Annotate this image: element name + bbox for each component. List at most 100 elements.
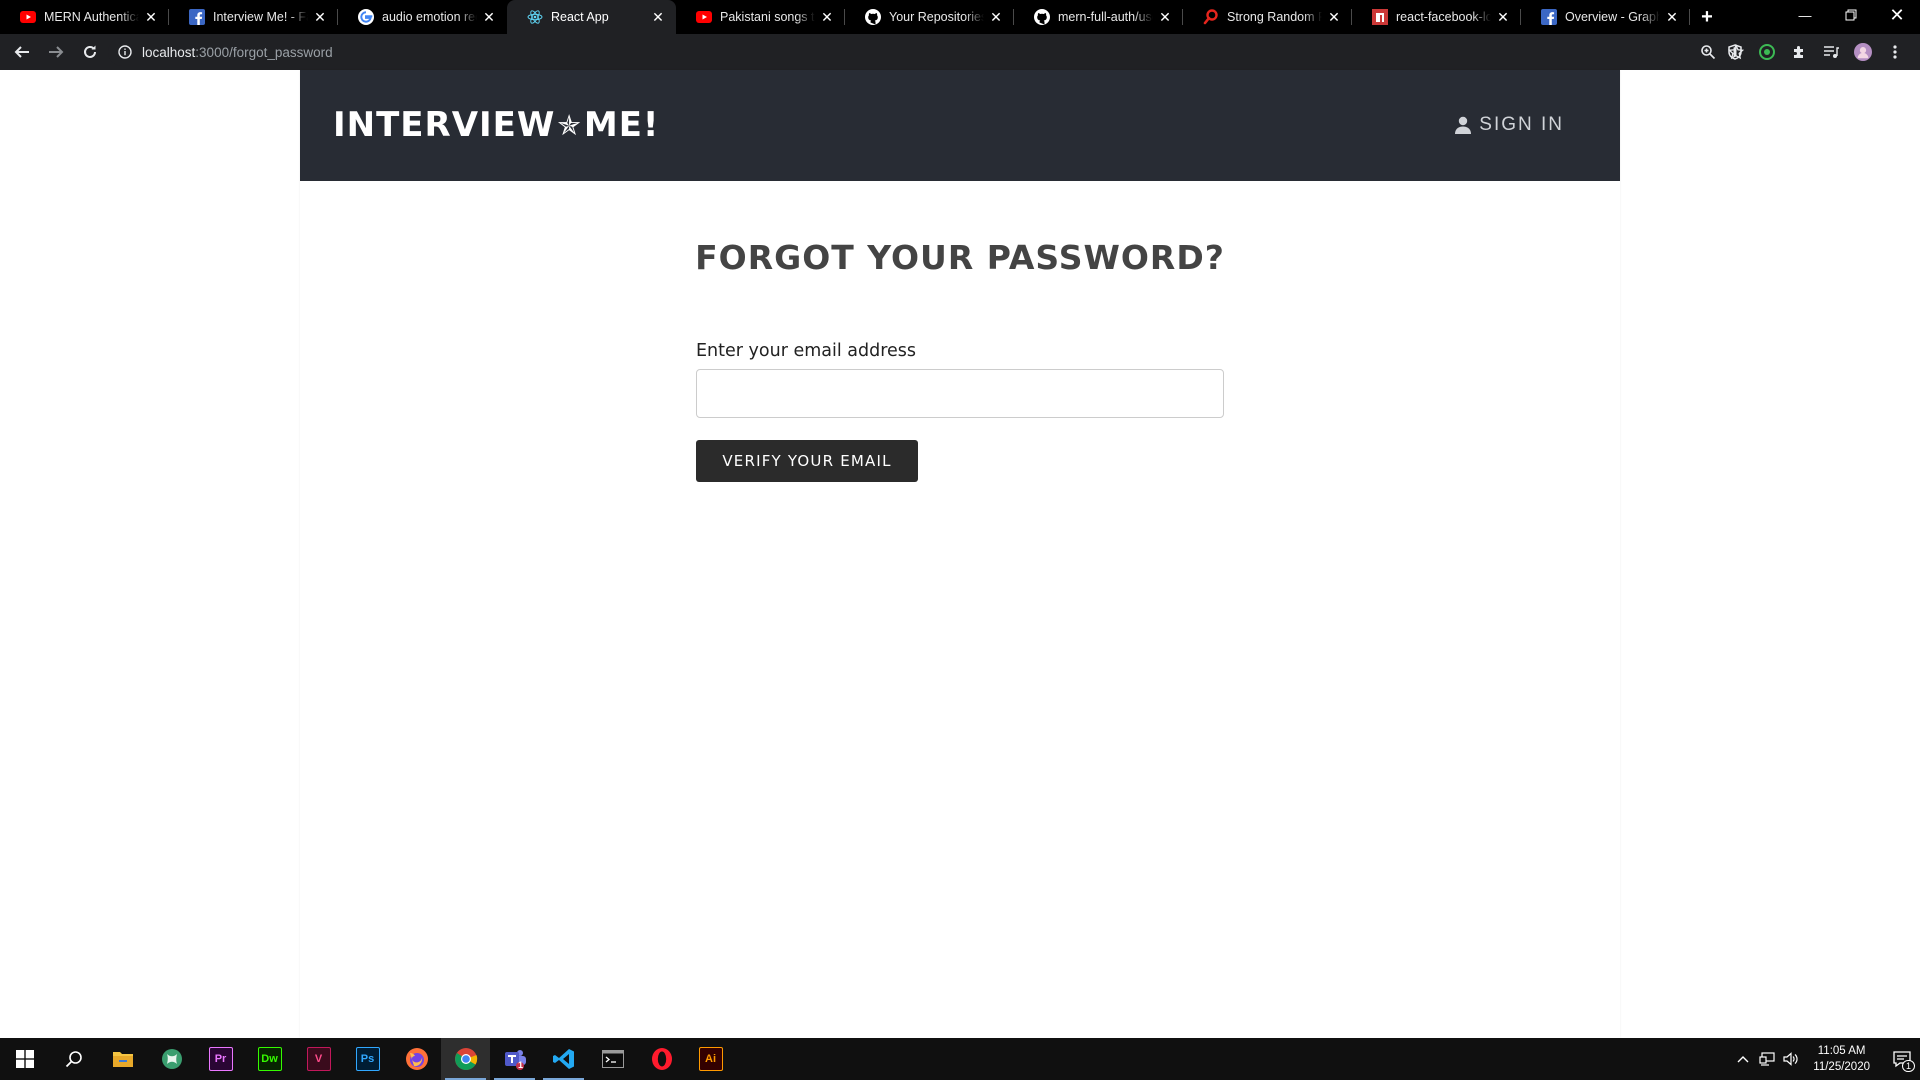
- taskbar-vegas[interactable]: V: [294, 1038, 343, 1080]
- tab-title: Strong Random Pas: [1227, 10, 1322, 24]
- browser-tab[interactable]: Strong Random Pas ✕: [1183, 0, 1352, 34]
- react-icon: [527, 9, 543, 25]
- close-tab-icon[interactable]: ✕: [1157, 9, 1173, 25]
- profile-avatar[interactable]: [1854, 43, 1872, 61]
- search-icon: [65, 1051, 82, 1068]
- close-tab-icon[interactable]: ✕: [481, 9, 497, 25]
- zoom-icon[interactable]: [1700, 44, 1716, 60]
- krita-icon: [161, 1049, 182, 1069]
- premiere-pro-icon: Pr: [208, 1047, 233, 1071]
- star-icon: ✯: [557, 108, 582, 142]
- volume-icon[interactable]: [1779, 1052, 1803, 1066]
- close-tab-icon[interactable]: ✕: [312, 9, 328, 25]
- extensions-puzzle-icon[interactable]: [1790, 43, 1808, 61]
- window-controls: — ✕: [1782, 0, 1920, 30]
- back-button[interactable]: [6, 36, 38, 68]
- browser-tab[interactable]: mern-full-auth/user ✕: [1014, 0, 1183, 34]
- browser-tab[interactable]: Your Repositories ✕: [845, 0, 1014, 34]
- verify-email-button[interactable]: VERIFY YOUR EMAIL: [696, 440, 918, 482]
- taskbar-chrome[interactable]: [441, 1038, 490, 1080]
- close-tab-icon[interactable]: ✕: [1495, 9, 1511, 25]
- close-tab-icon[interactable]: ✕: [819, 9, 835, 25]
- illustrator-icon: Ai: [698, 1047, 723, 1071]
- tab-title: Pakistani songs to li: [720, 10, 815, 24]
- brand-text-left: INTERVIEW: [333, 105, 556, 145]
- taskbar-file-explorer[interactable]: [98, 1038, 147, 1080]
- app-container: INTERVIEW ✯ ME! SIGN IN FORGOT YOUR PASS…: [300, 70, 1620, 1038]
- browser-tab[interactable]: react-facebook-log ✕: [1352, 0, 1521, 34]
- forward-button[interactable]: [40, 36, 72, 68]
- taskbar-krita[interactable]: [147, 1038, 196, 1080]
- taskbar-dreamweaver[interactable]: Dw: [245, 1038, 294, 1080]
- youtube-icon: [20, 9, 36, 25]
- taskbar-terminal[interactable]: [588, 1038, 637, 1080]
- dreamweaver-icon: Dw: [257, 1047, 282, 1071]
- brand-text-right: ME!: [583, 105, 660, 145]
- firefox-icon: [405, 1048, 428, 1070]
- taskbar-photoshop[interactable]: Ps: [343, 1038, 392, 1080]
- taskbar-search-button[interactable]: [49, 1038, 98, 1080]
- facebook-icon: [1541, 9, 1557, 25]
- browser-tab[interactable]: MERN Authenticati ✕: [0, 0, 169, 34]
- page-viewport: INTERVIEW ✯ ME! SIGN IN FORGOT YOUR PASS…: [0, 70, 1920, 1038]
- tab-title: MERN Authenticati: [44, 10, 139, 24]
- forward-arrow-icon: [49, 46, 64, 58]
- taskbar-premiere-pro[interactable]: Pr: [196, 1038, 245, 1080]
- media-queue-icon[interactable]: [1822, 43, 1840, 61]
- page-title: FORGOT YOUR PASSWORD?: [695, 238, 1225, 277]
- tab-title: Your Repositories: [889, 10, 984, 24]
- teams-badge: 1: [518, 1060, 524, 1070]
- email-input[interactable]: [696, 369, 1224, 418]
- github-icon: [1034, 9, 1050, 25]
- system-clock[interactable]: 11:05 AM 11/25/2020: [1813, 1043, 1870, 1075]
- close-tab-icon[interactable]: ✕: [1664, 9, 1680, 25]
- browser-tab-strip: MERN Authenticati ✕ Interview Me! - Face…: [0, 0, 1920, 34]
- photoshop-icon: Ps: [355, 1047, 380, 1071]
- taskbar-vscode[interactable]: [539, 1038, 588, 1080]
- sign-in-link[interactable]: SIGN IN: [1455, 114, 1564, 136]
- address-bar[interactable]: localhost:3000/forgot_password: [108, 38, 1758, 66]
- tab-title: Overview - Graph A: [1565, 10, 1660, 24]
- reload-icon: [84, 45, 96, 58]
- opera-icon: [651, 1048, 672, 1070]
- windows-start-icon: [15, 1050, 34, 1068]
- site-info-icon[interactable]: [118, 45, 132, 59]
- close-tab-icon[interactable]: ✕: [1326, 9, 1342, 25]
- taskbar-teams[interactable]: 1: [490, 1038, 539, 1080]
- tab-title: mern-full-auth/user: [1058, 10, 1153, 24]
- system-tray: 11:05 AM 11/25/2020 1: [1731, 1038, 1920, 1080]
- browser-menu-icon[interactable]: [1886, 43, 1904, 61]
- clock-date: 11/25/2020: [1813, 1061, 1870, 1073]
- browser-toolbar: localhost:3000/forgot_password: [0, 34, 1920, 70]
- browser-tab[interactable]: audio emotion reco ✕: [338, 0, 507, 34]
- tab-title: Interview Me! - Face: [213, 10, 308, 24]
- browser-tab[interactable]: Interview Me! - Face ✕: [169, 0, 338, 34]
- url-text[interactable]: localhost:3000/forgot_password: [142, 45, 333, 60]
- npm-icon: [1372, 9, 1388, 25]
- chevron-up-icon[interactable]: [1731, 1055, 1755, 1063]
- network-icon[interactable]: [1755, 1052, 1779, 1066]
- shield-icon[interactable]: [1726, 43, 1744, 61]
- taskbar-opera[interactable]: [637, 1038, 686, 1080]
- start-button[interactable]: [0, 1038, 49, 1080]
- taskbar-illustrator[interactable]: Ai: [686, 1038, 735, 1080]
- taskbar-firefox[interactable]: [392, 1038, 441, 1080]
- restore-icon[interactable]: [1828, 0, 1874, 30]
- minimize-icon[interactable]: —: [1782, 0, 1828, 30]
- sign-in-label: SIGN IN: [1479, 114, 1564, 135]
- tab-title: react-facebook-log: [1396, 10, 1491, 24]
- extension-green-icon[interactable]: [1758, 43, 1776, 61]
- close-window-icon[interactable]: ✕: [1874, 0, 1920, 30]
- browser-tab-active[interactable]: React App ✕: [507, 0, 676, 34]
- browser-tab[interactable]: Overview - Graph A ✕: [1521, 0, 1690, 34]
- close-tab-icon[interactable]: ✕: [650, 9, 666, 25]
- user-icon: [1455, 116, 1472, 134]
- clock-time: 11:05 AM: [1817, 1045, 1866, 1057]
- brand-logo[interactable]: INTERVIEW ✯ ME!: [333, 105, 659, 145]
- close-tab-icon[interactable]: ✕: [143, 9, 159, 25]
- browser-tab[interactable]: Pakistani songs to li ✕: [676, 0, 845, 34]
- close-tab-icon[interactable]: ✕: [988, 9, 1004, 25]
- new-tab-button[interactable]: +: [1690, 0, 1724, 34]
- action-center-button[interactable]: 1: [1884, 1050, 1920, 1072]
- reload-button[interactable]: [74, 36, 106, 68]
